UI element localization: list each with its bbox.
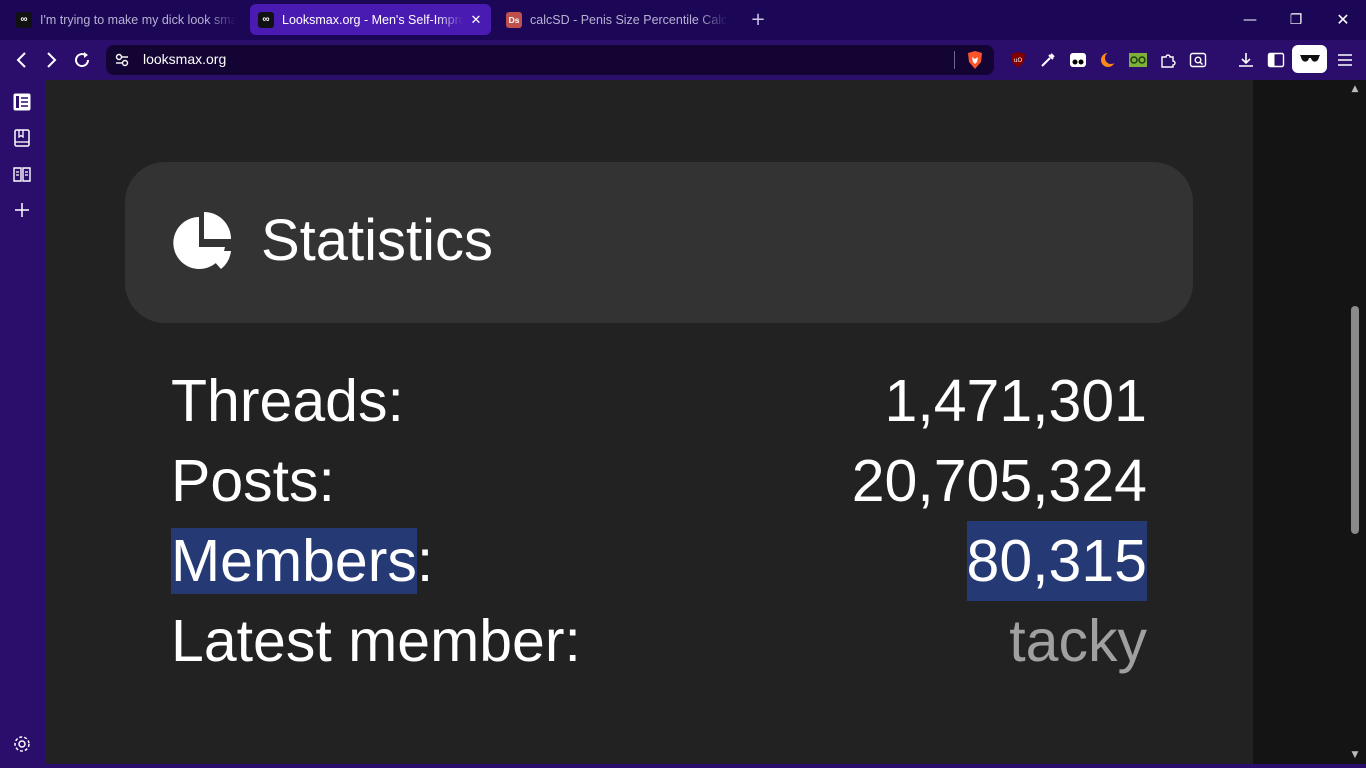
stat-row-latest-member: Latest member: tacky <box>171 601 1147 681</box>
stat-row-members: Members: 80,315 <box>171 521 1147 601</box>
stat-row-threads: Threads: 1,471,301 <box>171 361 1147 441</box>
close-window-button[interactable]: ✕ <box>1328 7 1358 33</box>
tab-dick-thread[interactable]: ∞ I'm trying to make my dick look smalle… <box>8 4 244 35</box>
window-border <box>0 764 1366 768</box>
restore-button[interactable]: ❐ <box>1281 7 1311 33</box>
page-margin <box>1253 80 1345 764</box>
stat-label: Latest member: <box>171 608 581 674</box>
extensions-icon[interactable] <box>1158 50 1178 70</box>
add-icon[interactable] <box>12 200 32 220</box>
stat-value: 80,315 <box>966 521 1147 601</box>
tab-calcsd[interactable]: Ds calcSD - Penis Size Percentile Calcul… <box>498 4 736 35</box>
reload-icon <box>75 52 90 68</box>
scroll-thumb[interactable] <box>1351 306 1359 534</box>
scroll-up-icon[interactable]: ▲ <box>1349 84 1361 94</box>
forward-button[interactable] <box>39 48 63 72</box>
minimize-button[interactable]: — <box>1235 7 1265 33</box>
reading-list-icon[interactable] <box>12 92 32 112</box>
label-colon: : <box>416 528 434 594</box>
scroll-down-icon[interactable]: ▼ <box>1349 750 1361 760</box>
search-tab-icon[interactable] <box>1188 50 1208 70</box>
url-text[interactable]: looksmax.org <box>143 51 226 67</box>
calcsd-favicon-icon: Ds <box>506 11 522 28</box>
sidebar-toggle-icon[interactable] <box>1266 50 1286 70</box>
page-content: Statistics Threads: 1,471,301 Posts: 20,… <box>45 80 1345 764</box>
divider <box>954 51 955 69</box>
infinity-icon: ∞ <box>16 11 32 28</box>
address-bar[interactable]: looksmax.org <box>106 45 994 75</box>
infinity-icon: ∞ <box>258 11 274 28</box>
statistics-header: Statistics <box>125 162 1193 323</box>
menu-icon[interactable] <box>1335 50 1355 70</box>
eyedropper-icon[interactable] <box>1038 50 1058 70</box>
close-tab-icon[interactable]: ✕ <box>469 12 483 28</box>
stat-value: 20,705,324 <box>851 448 1147 514</box>
forward-icon <box>47 52 57 68</box>
tab-strip: ∞ I'm trying to make my dick look smalle… <box>0 0 1366 40</box>
ublock-icon[interactable]: uO <box>1008 50 1028 70</box>
back-icon <box>16 52 26 68</box>
svg-text:uO: uO <box>1014 57 1023 64</box>
back-button[interactable] <box>10 48 34 72</box>
download-icon[interactable] <box>1236 50 1256 70</box>
pie-chart-icon <box>173 212 231 269</box>
stat-label: Threads: <box>171 368 404 434</box>
stat-row-posts: Posts: 20,705,324 <box>171 441 1147 521</box>
tab-title: I'm trying to make my dick look smaller <box>40 12 236 27</box>
new-tab-button[interactable]: + <box>748 8 768 32</box>
scrollbar[interactable]: ▲ ▼ <box>1345 80 1366 764</box>
selected-text: Members <box>171 528 417 594</box>
statistics-title: Statistics <box>261 208 494 273</box>
bookmarks-icon[interactable] <box>12 128 32 148</box>
tab-title: calcSD - Penis Size Percentile Calculato… <box>530 12 728 27</box>
latest-member-link[interactable]: tacky <box>1009 601 1147 681</box>
tampermonkey-icon[interactable] <box>1068 50 1088 70</box>
site-info-icon[interactable] <box>114 52 130 68</box>
dark-reader-icon[interactable] <box>1098 50 1118 70</box>
toolbar: looksmax.org uO <box>0 40 1366 80</box>
stat-label: Members: <box>171 521 433 601</box>
reader-mode-button[interactable] <box>1292 45 1327 73</box>
tab-looksmax[interactable]: ∞ Looksmax.org - Men's Self-Improvement … <box>250 4 491 35</box>
reload-button[interactable] <box>70 48 94 72</box>
stat-label: Posts: <box>171 448 335 514</box>
reader-icon[interactable] <box>12 164 32 184</box>
side-panel <box>0 80 45 768</box>
glasses-extension-icon[interactable] <box>1128 50 1148 70</box>
stat-value: 1,471,301 <box>884 368 1147 434</box>
reader-mode-icon <box>1299 55 1320 62</box>
tab-title: Looksmax.org - Men's Self-Improvement <box>282 12 463 27</box>
settings-icon[interactable] <box>12 734 32 754</box>
brave-shields-icon[interactable] <box>966 50 984 70</box>
